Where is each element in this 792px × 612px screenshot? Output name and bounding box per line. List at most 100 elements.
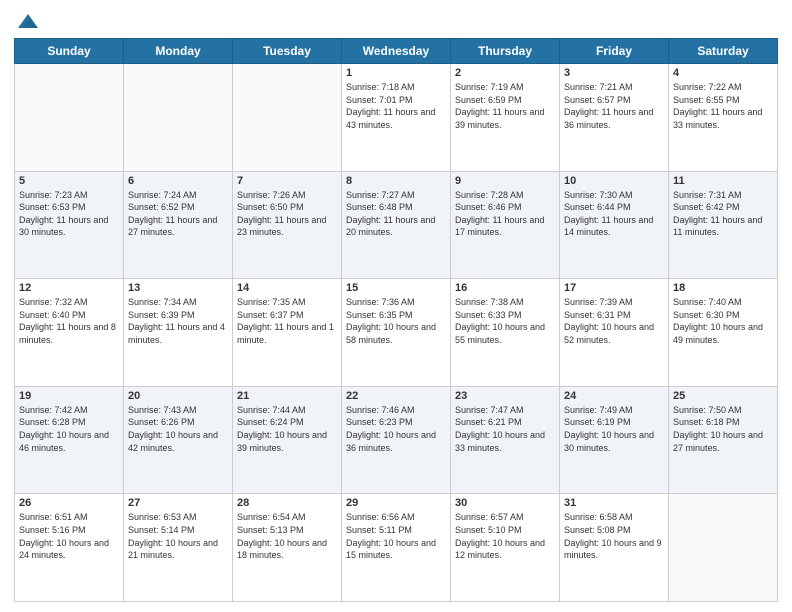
calendar-day-cell bbox=[15, 64, 124, 172]
day-number: 29 bbox=[346, 497, 446, 509]
calendar-day-cell: 21 Sunrise: 7:44 AM Sunset: 6:24 PM Dayli… bbox=[233, 386, 342, 494]
day-info: Sunrise: 7:49 AM Sunset: 6:19 PM Dayligh… bbox=[564, 404, 664, 454]
day-number: 7 bbox=[237, 175, 337, 187]
calendar-day-cell: 6Sunrise: 7:24 AM Sunset: 6:52 PM Daylig… bbox=[124, 171, 233, 279]
day-info: Sunrise: 7:50 AM Sunset: 6:18 PM Dayligh… bbox=[673, 404, 773, 454]
day-info: Sunrise: 7:44 AM Sunset: 6:24 PM Dayligh… bbox=[237, 404, 337, 454]
day-info: Sunrise: 6:54 AM Sunset: 5:13 PM Dayligh… bbox=[237, 511, 337, 561]
day-info: Sunrise: 7:19 AM Sunset: 6:59 PM Dayligh… bbox=[455, 81, 555, 131]
day-info: Sunrise: 7:36 AM Sunset: 6:35 PM Dayligh… bbox=[346, 296, 446, 346]
calendar-day-cell: 9 Sunrise: 7:28 AM Sunset: 6:46 PM Daylig… bbox=[451, 171, 560, 279]
calendar-day-cell: 11 Sunrise: 7:31 AM Sunset: 6:42 PM Dayli… bbox=[669, 171, 778, 279]
day-number: 25 bbox=[673, 390, 773, 402]
calendar-day-header: Monday bbox=[124, 39, 233, 64]
calendar-day-cell: 25 Sunrise: 7:50 AM Sunset: 6:18 PM Dayli… bbox=[669, 386, 778, 494]
calendar-day-cell bbox=[233, 64, 342, 172]
day-number: 21 bbox=[237, 390, 337, 402]
day-number: 10 bbox=[564, 175, 664, 187]
calendar-day-cell: 3Sunrise: 7:21 AM Sunset: 6:57 PM Daylig… bbox=[560, 64, 669, 172]
day-info: Sunrise: 6:53 AM Sunset: 5:14 PM Dayligh… bbox=[128, 511, 228, 561]
day-number: 19 bbox=[19, 390, 119, 402]
day-info: Sunrise: 7:40 AM Sunset: 6:30 PM Dayligh… bbox=[673, 296, 773, 346]
calendar-day-cell: 17Sunrise: 7:39 AM Sunset: 6:31 PM Dayli… bbox=[560, 279, 669, 387]
calendar-day-cell: 2 Sunrise: 7:19 AM Sunset: 6:59 PM Daylig… bbox=[451, 64, 560, 172]
calendar-day-cell: 12 Sunrise: 7:32 AM Sunset: 6:40 PM Dayli… bbox=[15, 279, 124, 387]
day-number: 14 bbox=[237, 282, 337, 294]
day-info: Sunrise: 7:30 AM Sunset: 6:44 PM Dayligh… bbox=[564, 189, 664, 239]
calendar-day-cell: 30Sunrise: 6:57 AM Sunset: 5:10 PM Dayli… bbox=[451, 494, 560, 602]
calendar-day-header: Saturday bbox=[669, 39, 778, 64]
day-number: 23 bbox=[455, 390, 555, 402]
calendar-day-cell: 29 Sunrise: 6:56 AM Sunset: 5:11 PM Dayli… bbox=[342, 494, 451, 602]
day-info: Sunrise: 7:39 AM Sunset: 6:31 PM Dayligh… bbox=[564, 296, 664, 346]
calendar-week-row: 12 Sunrise: 7:32 AM Sunset: 6:40 PM Dayli… bbox=[15, 279, 778, 387]
day-info: Sunrise: 6:51 AM Sunset: 5:16 PM Dayligh… bbox=[19, 511, 119, 561]
day-number: 1 bbox=[346, 67, 446, 79]
day-info: Sunrise: 7:26 AM Sunset: 6:50 PM Dayligh… bbox=[237, 189, 337, 239]
calendar-day-cell: 22Sunrise: 7:46 AM Sunset: 6:23 PM Dayli… bbox=[342, 386, 451, 494]
day-number: 13 bbox=[128, 282, 228, 294]
calendar-day-header: Tuesday bbox=[233, 39, 342, 64]
day-info: Sunrise: 6:58 AM Sunset: 5:08 PM Dayligh… bbox=[564, 511, 664, 561]
day-info: Sunrise: 7:46 AM Sunset: 6:23 PM Dayligh… bbox=[346, 404, 446, 454]
day-info: Sunrise: 7:35 AM Sunset: 6:37 PM Dayligh… bbox=[237, 296, 337, 346]
calendar-day-cell: 8 Sunrise: 7:27 AM Sunset: 6:48 PM Daylig… bbox=[342, 171, 451, 279]
day-number: 8 bbox=[346, 175, 446, 187]
day-number: 26 bbox=[19, 497, 119, 509]
day-info: Sunrise: 7:27 AM Sunset: 6:48 PM Dayligh… bbox=[346, 189, 446, 239]
day-info: Sunrise: 7:43 AM Sunset: 6:26 PM Dayligh… bbox=[128, 404, 228, 454]
calendar-day-cell: 24Sunrise: 7:49 AM Sunset: 6:19 PM Dayli… bbox=[560, 386, 669, 494]
calendar-day-cell: 15 Sunrise: 7:36 AM Sunset: 6:35 PM Dayli… bbox=[342, 279, 451, 387]
calendar-header-row: SundayMondayTuesdayWednesdayThursdayFrid… bbox=[15, 39, 778, 64]
day-info: Sunrise: 7:34 AM Sunset: 6:39 PM Dayligh… bbox=[128, 296, 228, 346]
calendar-day-cell: 19 Sunrise: 7:42 AM Sunset: 6:28 PM Dayli… bbox=[15, 386, 124, 494]
calendar-day-cell: 20 Sunrise: 7:43 AM Sunset: 6:26 PM Dayli… bbox=[124, 386, 233, 494]
calendar-day-cell: 16Sunrise: 7:38 AM Sunset: 6:33 PM Dayli… bbox=[451, 279, 560, 387]
calendar-day-header: Sunday bbox=[15, 39, 124, 64]
logo bbox=[14, 10, 40, 30]
day-number: 5 bbox=[19, 175, 119, 187]
day-info: Sunrise: 7:22 AM Sunset: 6:55 PM Dayligh… bbox=[673, 81, 773, 131]
calendar-day-cell bbox=[124, 64, 233, 172]
day-info: Sunrise: 6:56 AM Sunset: 5:11 PM Dayligh… bbox=[346, 511, 446, 561]
day-number: 31 bbox=[564, 497, 664, 509]
day-info: Sunrise: 7:28 AM Sunset: 6:46 PM Dayligh… bbox=[455, 189, 555, 239]
day-info: Sunrise: 7:31 AM Sunset: 6:42 PM Dayligh… bbox=[673, 189, 773, 239]
calendar-day-cell: 14 Sunrise: 7:35 AM Sunset: 6:37 PM Dayli… bbox=[233, 279, 342, 387]
day-number: 20 bbox=[128, 390, 228, 402]
day-number: 28 bbox=[237, 497, 337, 509]
day-number: 4 bbox=[673, 67, 773, 79]
day-number: 15 bbox=[346, 282, 446, 294]
day-number: 9 bbox=[455, 175, 555, 187]
calendar-day-cell: 28 Sunrise: 6:54 AM Sunset: 5:13 PM Dayli… bbox=[233, 494, 342, 602]
calendar-week-row: 5 Sunrise: 7:23 AM Sunset: 6:53 PM Daylig… bbox=[15, 171, 778, 279]
calendar-day-cell bbox=[669, 494, 778, 602]
calendar-day-cell: 27 Sunrise: 6:53 AM Sunset: 5:14 PM Dayli… bbox=[124, 494, 233, 602]
day-number: 16 bbox=[455, 282, 555, 294]
calendar-day-cell: 4 Sunrise: 7:22 AM Sunset: 6:55 PM Daylig… bbox=[669, 64, 778, 172]
day-info: Sunrise: 7:47 AM Sunset: 6:21 PM Dayligh… bbox=[455, 404, 555, 454]
page: SundayMondayTuesdayWednesdayThursdayFrid… bbox=[0, 0, 792, 612]
day-number: 12 bbox=[19, 282, 119, 294]
day-info: Sunrise: 7:18 AM Sunset: 7:01 PM Dayligh… bbox=[346, 81, 446, 131]
logo-icon bbox=[16, 10, 40, 34]
day-number: 27 bbox=[128, 497, 228, 509]
calendar-day-cell: 7 Sunrise: 7:26 AM Sunset: 6:50 PM Daylig… bbox=[233, 171, 342, 279]
calendar-day-cell: 5 Sunrise: 7:23 AM Sunset: 6:53 PM Daylig… bbox=[15, 171, 124, 279]
calendar-table: SundayMondayTuesdayWednesdayThursdayFrid… bbox=[14, 38, 778, 602]
calendar-day-cell: 26 Sunrise: 6:51 AM Sunset: 5:16 PM Dayli… bbox=[15, 494, 124, 602]
day-info: Sunrise: 7:32 AM Sunset: 6:40 PM Dayligh… bbox=[19, 296, 119, 346]
header bbox=[14, 10, 778, 30]
calendar-day-header: Wednesday bbox=[342, 39, 451, 64]
day-number: 2 bbox=[455, 67, 555, 79]
day-number: 11 bbox=[673, 175, 773, 187]
calendar-day-cell: 31 Sunrise: 6:58 AM Sunset: 5:08 PM Dayli… bbox=[560, 494, 669, 602]
day-number: 18 bbox=[673, 282, 773, 294]
calendar-day-cell: 1 Sunrise: 7:18 AM Sunset: 7:01 PM Daylig… bbox=[342, 64, 451, 172]
day-info: Sunrise: 6:57 AM Sunset: 5:10 PM Dayligh… bbox=[455, 511, 555, 561]
day-info: Sunrise: 7:21 AM Sunset: 6:57 PM Dayligh… bbox=[564, 81, 664, 131]
calendar-week-row: 19 Sunrise: 7:42 AM Sunset: 6:28 PM Dayli… bbox=[15, 386, 778, 494]
day-info: Sunrise: 7:42 AM Sunset: 6:28 PM Dayligh… bbox=[19, 404, 119, 454]
day-info: Sunrise: 7:23 AM Sunset: 6:53 PM Dayligh… bbox=[19, 189, 119, 239]
day-number: 6 bbox=[128, 175, 228, 187]
